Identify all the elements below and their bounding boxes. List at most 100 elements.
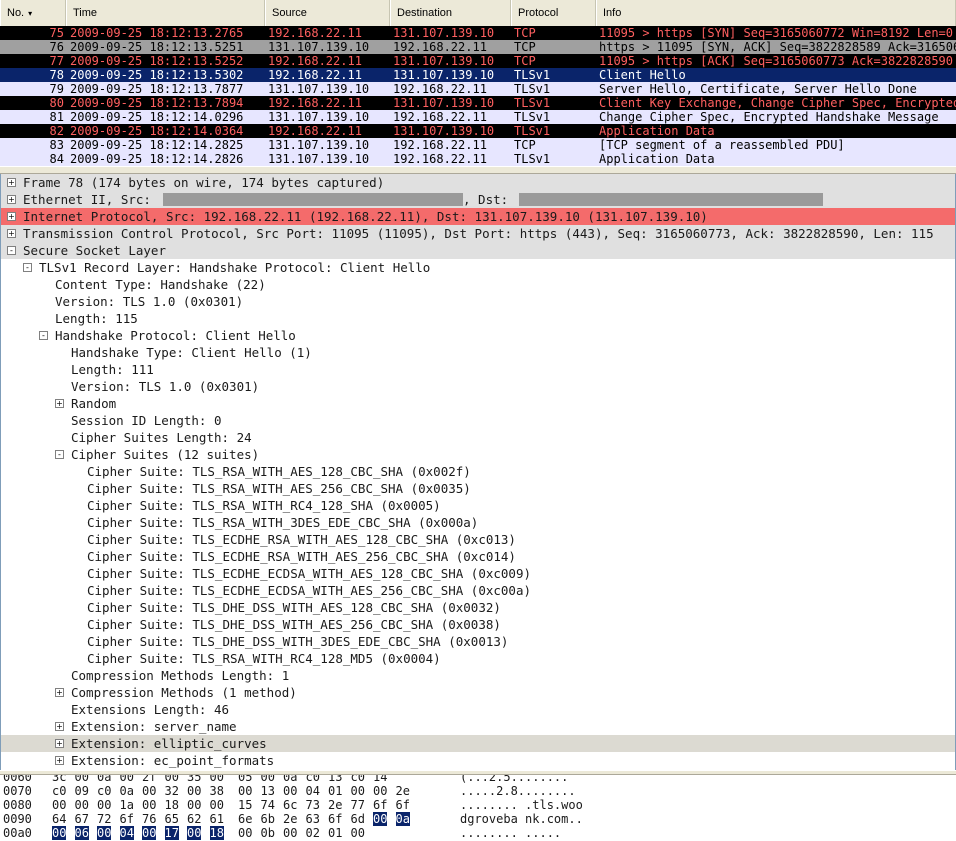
tree-item[interactable]: Cipher Suite: TLS_RSA_WITH_AES_128_CBC_S… [1, 463, 955, 480]
hex-byte[interactable]: 1a [120, 798, 134, 812]
tree-item[interactable]: + Internet Protocol, Src: 192.168.22.11 (… [1, 208, 955, 225]
hex-byte[interactable]: 00 [187, 826, 202, 840]
tree-item[interactable]: Cipher Suite: TLS_RSA_WITH_3DES_EDE_CBC_… [1, 514, 955, 531]
hex-byte[interactable]: 6f [396, 798, 410, 812]
hex-byte[interactable]: 00 [142, 798, 156, 812]
collapse-icon[interactable]: - [39, 331, 48, 340]
column-header-no[interactable]: No. ▾ [0, 0, 66, 26]
hex-byte[interactable]: 00 [210, 775, 224, 784]
tree-item[interactable]: + Transmission Control Protocol, Src Port… [1, 225, 955, 242]
hex-byte[interactable]: 6d [351, 812, 365, 826]
packet-list-pane[interactable]: No. ▾ Time Source Destination Protocol Info 75… [0, 0, 956, 170]
hex-byte[interactable]: 00 [283, 826, 297, 840]
column-header-source[interactable]: Source [265, 0, 390, 26]
packet-row[interactable]: 83 2009-09-25 18:12:14.2825 131.107.139.10… [0, 138, 956, 152]
hex-byte[interactable]: 6e [238, 812, 252, 826]
hex-byte[interactable]: 2e [396, 784, 410, 798]
hex-byte[interactable]: 2e [328, 798, 342, 812]
hex-byte[interactable]: 00 [373, 812, 388, 826]
tree-item[interactable]: Cipher Suite: TLS_DHE_DSS_WITH_AES_256_C… [1, 616, 955, 633]
tree-item[interactable]: Cipher Suite: TLS_RSA_WITH_RC4_128_SHA (… [1, 497, 955, 514]
tree-item[interactable]: + Frame 78 (174 bytes on wire, 174 bytes … [1, 174, 955, 191]
hex-byte[interactable]: 00 [142, 784, 156, 798]
packet-row[interactable]: 76 2009-09-25 18:12:13.5251 131.107.139.10… [0, 40, 956, 54]
hex-byte[interactable]: 38 [210, 784, 224, 798]
hex-byte[interactable]: 73 [306, 798, 320, 812]
packet-details-pane[interactable]: + Frame 78 (174 bytes on wire, 174 bytes … [0, 174, 956, 770]
hex-byte[interactable]: 00 [52, 798, 66, 812]
packet-row[interactable]: 84 2009-09-25 18:12:14.2826 131.107.139.10… [0, 152, 956, 166]
hex-byte[interactable]: 04 [119, 826, 134, 840]
hex-byte[interactable]: 00 [165, 775, 179, 784]
column-header-protocol[interactable]: Protocol [511, 0, 596, 26]
tree-item[interactable]: Version: TLS 1.0 (0x0301) [1, 378, 955, 395]
hex-byte[interactable]: 00 [75, 798, 89, 812]
hex-byte[interactable]: c0 [306, 775, 320, 784]
hex-byte[interactable]: 17 [164, 826, 179, 840]
expand-icon[interactable]: + [7, 229, 16, 238]
hex-byte[interactable]: 0a [120, 784, 134, 798]
tree-item[interactable]: + Extension: ec_point_formats [1, 752, 955, 769]
hex-byte[interactable]: 00 [142, 826, 157, 840]
hex-byte[interactable]: c0 [97, 784, 111, 798]
tree-item[interactable]: Cipher Suite: TLS_DHE_DSS_WITH_AES_128_C… [1, 599, 955, 616]
tree-item[interactable]: Compression Methods Length: 1 [1, 667, 955, 684]
hex-byte[interactable]: 00 [351, 826, 365, 840]
hex-byte[interactable]: 3c [52, 775, 66, 784]
collapse-icon[interactable]: - [55, 450, 64, 459]
hex-byte[interactable]: c0 [351, 775, 365, 784]
tree-item[interactable]: - Cipher Suites (12 suites) [1, 446, 955, 463]
tree-item[interactable]: - Secure Socket Layer [1, 242, 955, 259]
tree-item[interactable]: Session ID Length: 0 [1, 412, 955, 429]
packet-bytes-pane[interactable]: 0060 3c 00 0a 00 2f 00 35 00 05 00 0a c0 13 c0 14 (...2.… [0, 775, 956, 841]
hex-byte[interactable]: 35 [187, 775, 201, 784]
tree-item[interactable]: Cipher Suite: TLS_ECDHE_RSA_WITH_AES_256… [1, 548, 955, 565]
tree-item[interactable]: Content Type: Handshake (22) [1, 276, 955, 293]
hex-byte[interactable]: 0a [283, 775, 297, 784]
hex-byte[interactable]: 74 [261, 798, 275, 812]
packet-row[interactable]: 81 2009-09-25 18:12:14.0296 131.107.139.10… [0, 110, 956, 124]
hex-byte[interactable]: 6c [283, 798, 297, 812]
hex-byte[interactable]: 6f [328, 812, 342, 826]
tree-item[interactable]: Cipher Suites Length: 24 [1, 429, 955, 446]
expand-icon[interactable]: + [55, 739, 64, 748]
hex-byte[interactable]: 62 [187, 812, 201, 826]
hex-byte[interactable]: 0a [97, 775, 111, 784]
hex-byte[interactable]: 13 [261, 784, 275, 798]
tree-item[interactable]: Cipher Suite: TLS_RSA_WITH_AES_256_CBC_S… [1, 480, 955, 497]
hex-byte[interactable]: 14 [373, 775, 387, 784]
expand-icon[interactable]: + [7, 212, 16, 221]
hex-byte[interactable]: 02 [306, 826, 320, 840]
hex-byte[interactable]: 00 [52, 826, 67, 840]
hex-byte[interactable]: 0b [261, 826, 275, 840]
hex-byte[interactable]: 01 [328, 826, 342, 840]
hex-byte[interactable]: 00 [75, 775, 89, 784]
tree-item[interactable]: Length: 115 [1, 310, 955, 327]
hex-byte[interactable]: 00 [261, 775, 275, 784]
collapse-icon[interactable]: - [7, 246, 16, 255]
hex-byte[interactable]: 61 [210, 812, 224, 826]
tree-item[interactable]: Cipher Suite: TLS_DHE_DSS_WITH_3DES_EDE_… [1, 633, 955, 650]
hex-byte[interactable]: 64 [52, 812, 66, 826]
hex-byte[interactable]: 18 [165, 798, 179, 812]
tree-item[interactable]: Cipher Suite: TLS_ECDHE_RSA_WITH_AES_128… [1, 531, 955, 548]
collapse-icon[interactable]: - [23, 263, 32, 272]
tree-item[interactable]: + Extension: server_name [1, 718, 955, 735]
hex-byte[interactable]: 0a [395, 812, 410, 826]
hex-byte[interactable]: 6f [120, 812, 134, 826]
column-header-destination[interactable]: Destination [390, 0, 511, 26]
tree-item[interactable]: Cipher Suite: TLS_RSA_WITH_RC4_128_MD5 (… [1, 650, 955, 667]
packet-row[interactable]: 82 2009-09-25 18:12:14.0364 192.168.22.11 1… [0, 124, 956, 138]
expand-icon[interactable]: + [7, 195, 16, 204]
tree-item[interactable]: - Handshake Protocol: Client Hello [1, 327, 955, 344]
tree-item[interactable]: Cipher Suite: TLS_ECDHE_ECDSA_WITH_AES_1… [1, 565, 955, 582]
hex-byte[interactable]: 00 [97, 826, 112, 840]
hex-byte[interactable]: 00 [373, 784, 387, 798]
hex-byte[interactable]: 00 [120, 775, 134, 784]
hex-byte[interactable]: 65 [165, 812, 179, 826]
hex-byte[interactable]: 00 [97, 798, 111, 812]
expand-icon[interactable]: + [55, 688, 64, 697]
hex-byte[interactable]: 77 [351, 798, 365, 812]
column-header-time[interactable]: Time [66, 0, 265, 26]
hex-byte[interactable]: 15 [238, 798, 252, 812]
